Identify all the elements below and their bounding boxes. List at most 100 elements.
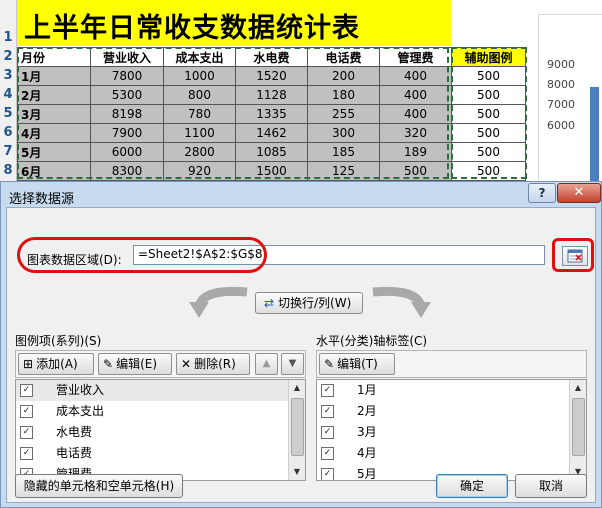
scroll-up-icon[interactable]: ▲	[289, 380, 305, 396]
checkbox[interactable]: ✓	[20, 405, 33, 418]
table-cell[interactable]: 7900	[90, 123, 164, 143]
table-cell[interactable]: 6000	[90, 142, 164, 162]
row-number[interactable]: 7	[0, 144, 16, 159]
table-cell[interactable]: 1335	[235, 104, 308, 124]
axis-scrollbar[interactable]: ▲ ▼	[569, 380, 586, 480]
checkbox[interactable]: ✓	[321, 468, 334, 480]
hidden-empty-cells-button[interactable]: 隐藏的单元格和空单元格(H)	[15, 474, 183, 498]
switch-row-column-button[interactable]: ⇄ 切换行/列(W)	[255, 292, 363, 314]
move-down-button[interactable]: ▼	[281, 353, 304, 375]
table-cell[interactable]: 7800	[90, 66, 164, 86]
category-label: 5月	[357, 467, 377, 481]
checkbox[interactable]: ✓	[321, 447, 334, 460]
table-cell[interactable]: 300	[307, 123, 380, 143]
table-cell[interactable]: 500	[451, 123, 526, 143]
checkbox[interactable]: ✓	[20, 447, 33, 460]
row-number[interactable]: 5	[0, 106, 16, 121]
add-series-button[interactable]: ⊞ 添加(A)	[18, 353, 94, 375]
chart-bar[interactable]	[590, 87, 599, 182]
list-item[interactable]: ✓ 1月	[317, 380, 586, 401]
list-item[interactable]: ✓ 电话费	[16, 443, 305, 464]
table-cell[interactable]: 3月	[17, 104, 91, 124]
help-button[interactable]: ?	[528, 183, 556, 203]
table-cell[interactable]: 1100	[163, 123, 236, 143]
header-cell[interactable]: 月份	[17, 47, 91, 67]
table-cell[interactable]: 1462	[235, 123, 308, 143]
table-cell[interactable]: 500	[451, 85, 526, 105]
table-cell[interactable]: 500	[451, 104, 526, 124]
list-item[interactable]: ✓ 水电费	[16, 422, 305, 443]
list-item[interactable]: ✓ 4月	[317, 443, 586, 464]
scroll-up-icon[interactable]: ▲	[570, 380, 586, 396]
chart-data-range-input[interactable]: =Sheet2!$A$2:$G$8	[133, 245, 545, 265]
header-cell[interactable]: 电话费	[307, 47, 380, 67]
table-cell[interactable]: 255	[307, 104, 380, 124]
edit-series-button[interactable]: ✎ 编辑(E)	[98, 353, 172, 375]
table-cell[interactable]: 185	[307, 142, 380, 162]
table-cell[interactable]: 8300	[90, 161, 164, 181]
table-cell[interactable]: 4月	[17, 123, 91, 143]
row-number[interactable]: 6	[0, 125, 16, 140]
table-cell[interactable]: 320	[379, 123, 452, 143]
ok-button[interactable]: 确定	[436, 474, 508, 498]
table-cell[interactable]: 6月	[17, 161, 91, 181]
list-item[interactable]: ✓ 成本支出	[16, 401, 305, 422]
list-item[interactable]: ✓ 3月	[317, 422, 586, 443]
header-cell[interactable]: 辅助图例	[451, 47, 526, 67]
list-item[interactable]: ✓ 营业收入	[16, 380, 305, 401]
table-cell[interactable]: 5300	[90, 85, 164, 105]
table-cell[interactable]: 780	[163, 104, 236, 124]
checkbox[interactable]: ✓	[321, 384, 334, 397]
table-cell[interactable]: 1月	[17, 66, 91, 86]
table-cell[interactable]: 5月	[17, 142, 91, 162]
row-number[interactable]: 2	[0, 49, 16, 64]
checkbox[interactable]: ✓	[321, 426, 334, 439]
table-cell[interactable]: 800	[163, 85, 236, 105]
cancel-button[interactable]: 取消	[515, 474, 587, 498]
header-cell[interactable]: 营业收入	[90, 47, 164, 67]
table-cell[interactable]: 920	[163, 161, 236, 181]
series-scrollbar[interactable]: ▲ ▼	[288, 380, 305, 480]
table-cell[interactable]: 8198	[90, 104, 164, 124]
table-cell[interactable]: 1128	[235, 85, 308, 105]
delete-series-button[interactable]: ✕ 删除(R)	[176, 353, 250, 375]
close-button[interactable]: ✕	[557, 183, 601, 203]
table-cell[interactable]: 1520	[235, 66, 308, 86]
table-cell[interactable]: 2800	[163, 142, 236, 162]
header-cell[interactable]: 成本支出	[163, 47, 236, 67]
edit-axis-labels-button[interactable]: ✎ 编辑(T)	[319, 353, 395, 375]
checkbox[interactable]: ✓	[20, 384, 33, 397]
table-cell[interactable]: 180	[307, 85, 380, 105]
scroll-thumb[interactable]	[572, 398, 585, 456]
scroll-thumb[interactable]	[291, 398, 304, 456]
table-cell[interactable]: 500	[451, 142, 526, 162]
table-cell[interactable]: 500	[451, 66, 526, 86]
table-cell[interactable]: 1500	[235, 161, 308, 181]
row-number[interactable]: 3	[0, 68, 16, 83]
scroll-down-icon[interactable]: ▼	[289, 464, 305, 480]
dialog-title: 选择数据源	[9, 192, 75, 207]
checkbox[interactable]: ✓	[20, 426, 33, 439]
row-number[interactable]: 4	[0, 87, 16, 102]
list-item[interactable]: ✓ 2月	[317, 401, 586, 422]
table-cell[interactable]: 400	[379, 66, 452, 86]
header-cell[interactable]: 管理费	[379, 47, 452, 67]
table-cell[interactable]: 189	[379, 142, 452, 162]
row-number[interactable]: 1	[0, 30, 16, 45]
axis-labels-list[interactable]: ✓ 1月 ✓ 2月 ✓ 3月 ✓ 4月 ✓ 5月 ▲ ▼	[316, 379, 587, 481]
table-cell[interactable]: 1085	[235, 142, 308, 162]
table-cell[interactable]: 125	[307, 161, 380, 181]
table-cell[interactable]: 500	[379, 161, 452, 181]
header-cell[interactable]: 水电费	[235, 47, 308, 67]
table-cell[interactable]: 400	[379, 85, 452, 105]
checkbox[interactable]: ✓	[321, 405, 334, 418]
move-up-button[interactable]: ▲	[255, 353, 278, 375]
table-cell[interactable]: 2月	[17, 85, 91, 105]
table-cell[interactable]: 500	[451, 161, 526, 181]
row-number[interactable]: 8	[0, 163, 16, 178]
series-list[interactable]: ✓营业收入 ✓成本支出 ✓水电费 ✓电话费 ✓管理费 ▲ ▼	[15, 379, 306, 481]
collapse-dialog-button[interactable]	[562, 246, 588, 266]
table-cell[interactable]: 200	[307, 66, 380, 86]
table-cell[interactable]: 1000	[163, 66, 236, 86]
table-cell[interactable]: 400	[379, 104, 452, 124]
